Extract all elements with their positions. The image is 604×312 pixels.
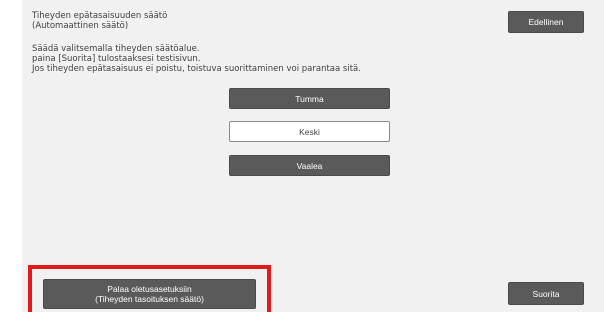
density-medium-button[interactable]: Keski: [229, 121, 390, 142]
reset-defaults-button[interactable]: Palaa oletusasetuksiin (Tiheyden tasoitu…: [43, 279, 256, 309]
execute-button[interactable]: Suorita: [508, 282, 584, 305]
density-dark-button[interactable]: Tumma: [229, 88, 390, 109]
back-button[interactable]: Edellinen: [508, 11, 584, 33]
instruction-line-1: Säädä valitsemalla tiheyden säätöalue.: [32, 44, 200, 54]
instruction-line-3: Jos tiheyden epätasaisuus ei poistu, toi…: [32, 64, 361, 74]
density-light-button[interactable]: Vaalea: [229, 155, 390, 176]
instruction-line-2: paina [Suorita] tulostaaksesi testisivun…: [32, 54, 201, 64]
instructions-text: Säädä valitsemalla tiheyden säätöalue. p…: [32, 44, 361, 74]
page-title: Tiheyden epätasaisuuden säätö (Automaatt…: [32, 11, 168, 31]
